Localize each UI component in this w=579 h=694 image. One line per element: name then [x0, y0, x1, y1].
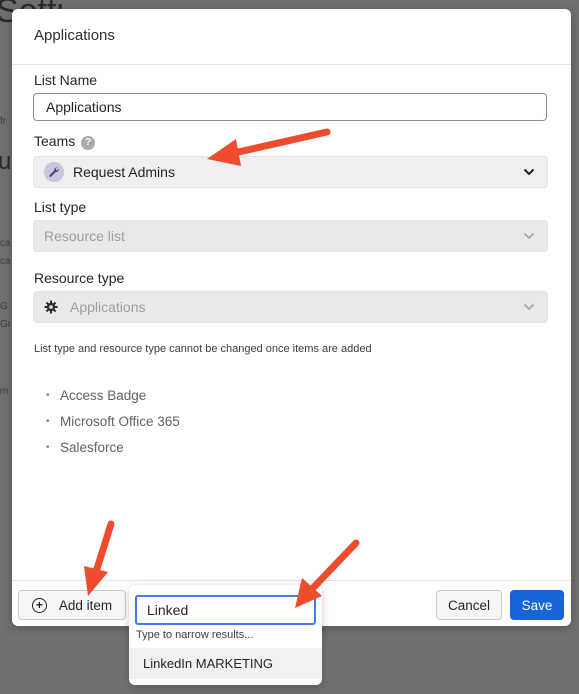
- list-item: • Access Badge: [46, 387, 147, 403]
- background-text: G: [0, 301, 8, 312]
- list-name-input[interactable]: [33, 93, 547, 121]
- resource-type-select: Applications: [33, 291, 548, 323]
- search-hint: Type to narrow results...: [136, 629, 254, 641]
- chevron-down-icon: [521, 299, 537, 315]
- plus-circle-icon: +: [31, 597, 47, 613]
- background-text: m: [0, 386, 9, 397]
- teams-label-text: Teams: [34, 133, 76, 149]
- edit-list-modal: Applications List Name Teams? Request Ad…: [12, 9, 571, 626]
- chevron-down-icon: [521, 164, 537, 180]
- background-text: Gr: [0, 319, 12, 330]
- resource-type-label: Resource type: [34, 270, 125, 286]
- teams-label: Teams?: [34, 133, 96, 150]
- question-icon[interactable]: ?: [81, 135, 96, 150]
- list-name-label: List Name: [34, 72, 98, 88]
- teams-selected-value: Request Admins: [73, 164, 175, 180]
- add-item-dropdown: Linked Type to narrow results... LinkedI…: [129, 585, 322, 685]
- dropdown-option[interactable]: LinkedIn MARKETING: [129, 648, 322, 679]
- background-text: u: [0, 148, 12, 175]
- background-text: ca: [0, 238, 11, 249]
- background-text: fr: [0, 116, 7, 127]
- cancel-button[interactable]: Cancel: [436, 590, 502, 620]
- modal-title: Applications: [12, 9, 571, 65]
- gear-icon: [44, 300, 58, 314]
- background-text: ca: [0, 256, 11, 267]
- list-type-value: Resource list: [44, 228, 125, 244]
- save-button[interactable]: Save: [510, 590, 564, 620]
- teams-select[interactable]: Request Admins: [33, 156, 548, 188]
- list-type-label: List type: [34, 199, 87, 215]
- add-item-label: Add item: [58, 597, 113, 613]
- list-type-select: Resource list: [33, 220, 548, 252]
- add-item-button[interactable]: + Add item: [18, 590, 126, 620]
- helper-note: List type and resource type cannot be ch…: [34, 343, 372, 355]
- list-item: • Salesforce: [46, 439, 124, 455]
- item-list: • Access Badge • Microsoft Office 365 • Sal…: [46, 382, 180, 460]
- chevron-down-icon: [521, 228, 537, 244]
- resource-type-value: Applications: [70, 299, 146, 315]
- wrench-icon: [44, 162, 64, 182]
- list-item: • Microsoft Office 365: [46, 413, 180, 429]
- item-search-input[interactable]: Linked: [135, 595, 316, 625]
